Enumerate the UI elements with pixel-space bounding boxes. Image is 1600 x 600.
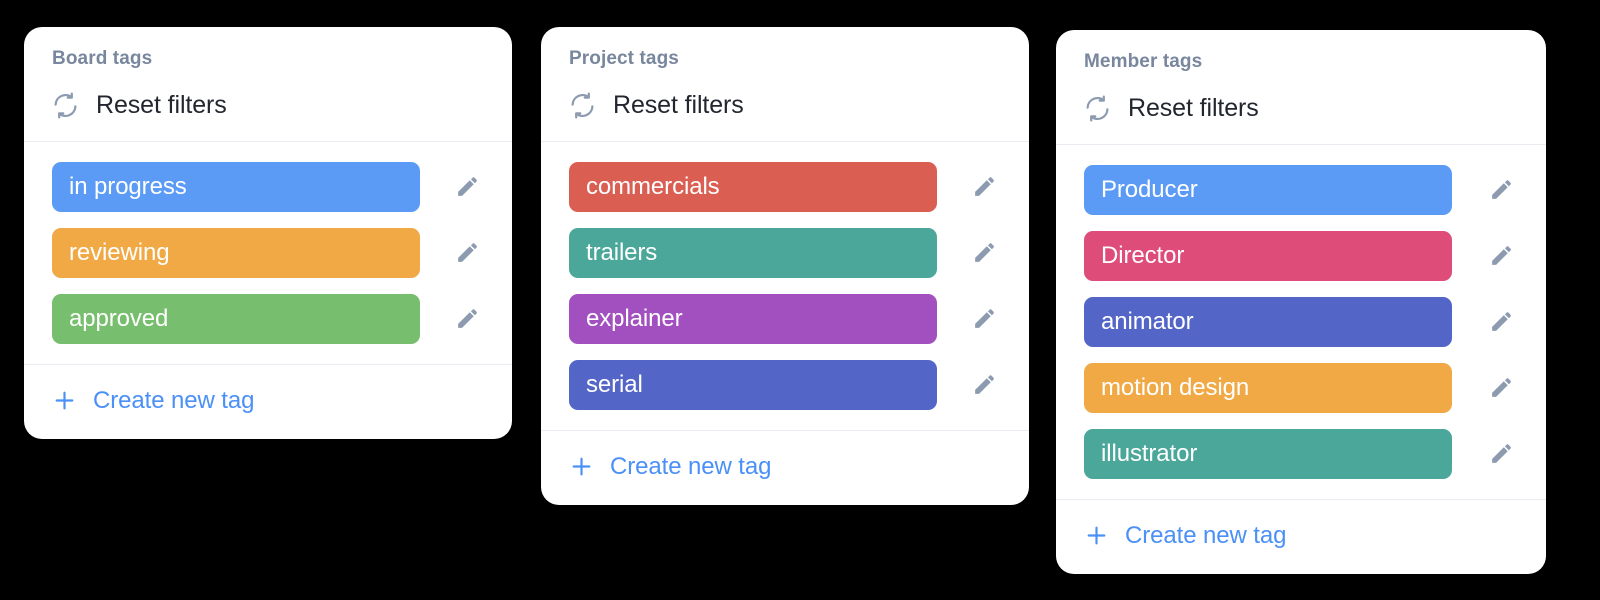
tag-label: motion design — [1101, 373, 1250, 401]
pencil-icon — [1489, 243, 1514, 268]
tag-row: serial — [541, 352, 1029, 418]
tag-label: animator — [1101, 307, 1194, 335]
plus-icon — [52, 388, 77, 413]
pencil-icon — [1489, 177, 1514, 202]
tag-row: Producer — [1056, 157, 1546, 223]
edit-tag-button[interactable] — [1484, 239, 1518, 273]
reset-filters-button[interactable]: Reset filters — [24, 71, 512, 141]
tag-card: Member tags Reset filters Producer Director… — [1056, 30, 1546, 574]
tag-row: trailers — [541, 220, 1029, 286]
reset-filters-label: Reset filters — [1128, 93, 1259, 122]
refresh-sync-icon — [569, 92, 596, 119]
create-new-tag-button[interactable]: Create new tag — [1056, 500, 1546, 574]
tag-row: approved — [24, 286, 512, 352]
tag-pill[interactable]: motion design — [1084, 362, 1452, 413]
pencil-icon — [972, 372, 997, 397]
edit-tag-button[interactable] — [1484, 371, 1518, 405]
reset-filters-label: Reset filters — [613, 90, 744, 119]
card-title: Project tags — [569, 48, 679, 69]
pencil-icon — [972, 174, 997, 199]
create-new-tag-button[interactable]: Create new tag — [541, 431, 1029, 505]
reset-filters-button[interactable]: Reset filters — [541, 71, 1029, 141]
tag-row: Director — [1056, 223, 1546, 289]
edit-tag-button[interactable] — [967, 170, 1001, 204]
tag-pill[interactable]: trailers — [569, 227, 937, 278]
tag-card: Board tags Reset filters in progress review… — [24, 27, 512, 439]
edit-tag-button[interactable] — [967, 368, 1001, 402]
tag-pill[interactable]: approved — [52, 293, 420, 344]
refresh-sync-icon — [52, 92, 79, 119]
edit-tag-button[interactable] — [1484, 173, 1518, 207]
tag-pill[interactable]: animator — [1084, 296, 1452, 347]
tag-label: reviewing — [69, 238, 170, 266]
tag-label: trailers — [586, 238, 658, 266]
tag-row: illustrator — [1056, 421, 1546, 487]
plus-icon — [1084, 523, 1109, 548]
tag-list: commercials trailers explainer serial — [541, 142, 1029, 430]
reset-filters-label: Reset filters — [96, 90, 227, 119]
tag-row: animator — [1056, 289, 1546, 355]
card-title: Board tags — [52, 48, 153, 69]
pencil-icon — [972, 306, 997, 331]
tag-pill[interactable]: serial — [569, 359, 937, 410]
tag-row: motion design — [1056, 355, 1546, 421]
tag-pill[interactable]: in progress — [52, 161, 420, 212]
create-new-tag-label: Create new tag — [93, 386, 255, 414]
pencil-icon — [1489, 375, 1514, 400]
tag-row: in progress — [24, 154, 512, 220]
edit-tag-button[interactable] — [450, 302, 484, 336]
tag-row: commercials — [541, 154, 1029, 220]
edit-tag-button[interactable] — [450, 236, 484, 270]
tag-pill[interactable]: commercials — [569, 161, 937, 212]
tag-settings-board: Board tags Reset filters in progress review… — [0, 0, 1600, 600]
pencil-icon — [972, 240, 997, 265]
plus-icon — [569, 454, 594, 479]
create-new-tag-button[interactable]: Create new tag — [24, 365, 512, 439]
tag-pill[interactable]: explainer — [569, 293, 937, 344]
tag-label: approved — [69, 304, 169, 332]
reset-filters-button[interactable]: Reset filters — [1056, 74, 1546, 144]
tag-label: in progress — [69, 172, 187, 200]
tag-label: explainer — [586, 304, 683, 332]
tag-pill[interactable]: reviewing — [52, 227, 420, 278]
pencil-icon — [455, 240, 480, 265]
tag-label: Producer — [1101, 175, 1198, 203]
tag-row: explainer — [541, 286, 1029, 352]
pencil-icon — [455, 306, 480, 331]
edit-tag-button[interactable] — [967, 302, 1001, 336]
card-header: Board tags — [24, 27, 512, 71]
tag-card: Project tags Reset filters commercials trai… — [541, 27, 1029, 505]
tag-label: serial — [586, 370, 643, 398]
create-new-tag-label: Create new tag — [610, 452, 772, 480]
tag-pill[interactable]: Director — [1084, 230, 1452, 281]
refresh-sync-icon — [1084, 95, 1111, 122]
tag-label: Director — [1101, 241, 1185, 269]
create-new-tag-label: Create new tag — [1125, 521, 1287, 549]
tag-list: in progress reviewing approved — [24, 142, 512, 364]
edit-tag-button[interactable] — [450, 170, 484, 204]
tag-label: illustrator — [1101, 439, 1198, 467]
tag-row: reviewing — [24, 220, 512, 286]
pencil-icon — [1489, 309, 1514, 334]
pencil-icon — [1489, 441, 1514, 466]
tag-pill[interactable]: Producer — [1084, 164, 1452, 215]
tag-pill[interactable]: illustrator — [1084, 428, 1452, 479]
tag-list: Producer Director animator motion design ill… — [1056, 145, 1546, 499]
card-title: Member tags — [1084, 51, 1203, 72]
card-header: Member tags — [1056, 30, 1546, 74]
pencil-icon — [455, 174, 480, 199]
card-header: Project tags — [541, 27, 1029, 71]
edit-tag-button[interactable] — [967, 236, 1001, 270]
edit-tag-button[interactable] — [1484, 437, 1518, 471]
tag-label: commercials — [586, 172, 720, 200]
edit-tag-button[interactable] — [1484, 305, 1518, 339]
